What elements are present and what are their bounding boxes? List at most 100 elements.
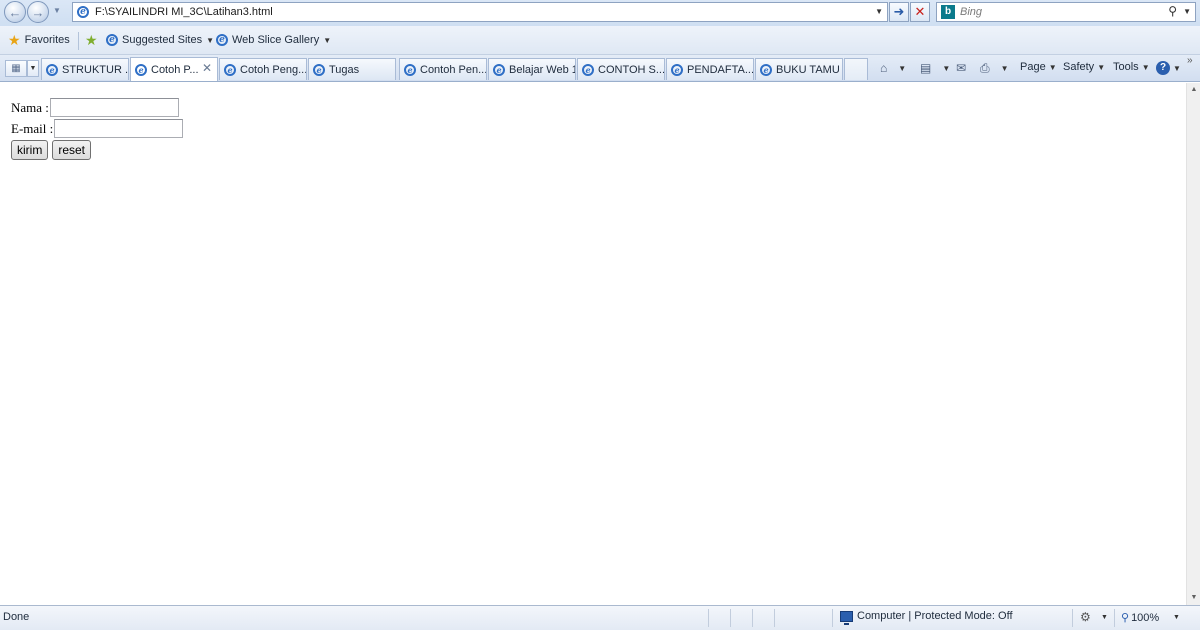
tab-pendafta[interactable]: e PENDAFTA... bbox=[666, 58, 754, 80]
tab-buku-tamu[interactable]: e BUKU TAMU bbox=[755, 58, 843, 80]
ie-page-icon: e bbox=[77, 6, 89, 18]
scroll-up-arrow-icon[interactable]: ▲ bbox=[1187, 83, 1200, 97]
quick-tabs-grid-icon: ▦ bbox=[11, 63, 21, 74]
nama-label: Nama : bbox=[11, 99, 49, 115]
new-tab-button[interactable] bbox=[844, 58, 868, 80]
bing-logo-icon: b bbox=[941, 5, 955, 19]
vertical-scrollbar[interactable]: ▲ ▼ bbox=[1186, 83, 1200, 605]
suggested-sites-chevron-icon: ▼ bbox=[206, 35, 215, 45]
read-mail-button[interactable]: ✉ bbox=[956, 61, 966, 75]
print-button[interactable]: ⎙ ▼ bbox=[980, 61, 1009, 76]
tab-label: BUKU TAMU bbox=[776, 63, 840, 76]
security-zone[interactable]: Computer | Protected Mode: Off bbox=[840, 610, 1013, 625]
email-input[interactable] bbox=[54, 119, 184, 138]
safety-menu-label: Safety bbox=[1063, 61, 1095, 73]
home-icon: ⌂ bbox=[880, 61, 888, 75]
home-chevron-icon: ▼ bbox=[898, 63, 907, 73]
suggested-sites-button[interactable]: e Suggested Sites ▼ bbox=[106, 34, 214, 46]
nama-row: Nama : bbox=[11, 97, 183, 118]
favorites-button[interactable]: ★ Favorites bbox=[8, 32, 70, 48]
tab-belajar-web[interactable]: e Belajar Web 1 bbox=[488, 58, 576, 80]
status-divider bbox=[832, 609, 833, 627]
tab-struktur[interactable]: e STRUKTUR ... bbox=[41, 58, 129, 80]
kirim-button[interactable]: kirim bbox=[11, 140, 49, 160]
status-divider bbox=[1072, 609, 1073, 627]
tab-tugas[interactable]: e Tugas bbox=[308, 58, 396, 80]
zoom-chevron-icon[interactable]: ▼ bbox=[1173, 614, 1180, 621]
search-options-chevron-icon[interactable]: ▼ bbox=[1183, 7, 1191, 16]
tab-label: STRUKTUR ... bbox=[62, 63, 129, 76]
safety-menu-chevron-icon: ▼ bbox=[1097, 62, 1106, 72]
page-content: Nama : E-mail : kirim reset bbox=[0, 83, 1186, 605]
search-magnifier-icon[interactable]: ⚲ bbox=[1168, 4, 1177, 18]
status-divider bbox=[752, 609, 753, 627]
back-button[interactable]: ← bbox=[4, 1, 26, 23]
reset-button[interactable]: reset bbox=[52, 140, 92, 160]
tab-list-chevron-icon: ▼ bbox=[29, 65, 37, 72]
toolbar-overflow-chevron-icon[interactable]: » bbox=[1187, 55, 1193, 66]
nama-input[interactable] bbox=[49, 98, 179, 117]
suggested-sites-label: Suggested Sites bbox=[122, 34, 203, 46]
add-favorite-star-icon: ★ bbox=[85, 32, 98, 48]
tab-list-button[interactable]: ▼ bbox=[27, 60, 39, 77]
zone-text: Computer | Protected Mode: Off bbox=[857, 610, 1013, 622]
tab-contoh-pen[interactable]: e Contoh Pen... bbox=[399, 58, 487, 80]
web-slice-gallery-button[interactable]: e Web Slice Gallery ▼ bbox=[216, 34, 331, 46]
favorites-star-icon: ★ bbox=[8, 32, 21, 48]
help-chevron-icon: ▼ bbox=[1173, 63, 1181, 73]
add-to-favorites-bar-button[interactable]: ★ bbox=[85, 32, 98, 48]
help-menu-button[interactable]: ? ▼ bbox=[1156, 61, 1181, 75]
search-box[interactable]: b Bing ⚲ ▼ bbox=[936, 2, 1196, 22]
scroll-down-arrow-icon[interactable]: ▼ bbox=[1187, 591, 1200, 605]
search-placeholder[interactable]: Bing bbox=[960, 6, 982, 18]
status-divider bbox=[730, 609, 731, 627]
tab-cotoh-p[interactable]: e Cotoh P... ✕ bbox=[130, 57, 218, 81]
protected-mode-chevron-icon[interactable]: ▼ bbox=[1101, 614, 1108, 621]
url-text[interactable]: F:\SYAILINDRI MI_3C\Latihan3.html bbox=[95, 6, 273, 18]
form-buttons: kirim reset bbox=[11, 140, 183, 160]
quick-tabs-button[interactable]: ▦ bbox=[5, 60, 27, 77]
tab-label: Cotoh Peng... bbox=[240, 63, 307, 76]
favorites-divider bbox=[78, 32, 79, 50]
status-divider bbox=[1114, 609, 1115, 627]
tab-contoh-s[interactable]: e CONTOH S... bbox=[577, 58, 665, 80]
url-history-chevron-icon[interactable]: ▼ bbox=[875, 7, 883, 16]
address-bar[interactable]: e F:\SYAILINDRI MI_3C\Latihan3.html ▼ bbox=[72, 2, 888, 22]
tab-label: Contoh Pen... bbox=[420, 63, 487, 76]
tab-ie-icon: e bbox=[760, 63, 772, 76]
zoom-control[interactable]: ⚲ 100% bbox=[1121, 611, 1160, 625]
status-text: Done bbox=[3, 611, 30, 623]
stop-button[interactable]: ✕ bbox=[910, 2, 930, 22]
tools-menu-button[interactable]: Tools ▼ bbox=[1113, 61, 1150, 73]
mail-icon: ✉ bbox=[956, 61, 967, 75]
email-label: E-mail : bbox=[11, 120, 54, 136]
tab-ie-icon: e bbox=[671, 63, 683, 76]
feeds-chevron-icon: ▼ bbox=[942, 63, 951, 73]
stop-x-icon: ✕ bbox=[914, 4, 926, 19]
tab-ie-icon: e bbox=[404, 63, 416, 76]
feeds-button[interactable]: ▤ ▼ bbox=[920, 61, 950, 75]
home-button[interactable]: ⌂ ▼ bbox=[880, 61, 906, 75]
tools-menu-chevron-icon: ▼ bbox=[1141, 62, 1150, 72]
forward-button[interactable]: → bbox=[27, 1, 49, 23]
safety-menu-button[interactable]: Safety ▼ bbox=[1063, 61, 1105, 73]
tab-cotoh-peng[interactable]: e Cotoh Peng... bbox=[219, 58, 307, 80]
email-row: E-mail : bbox=[11, 118, 184, 139]
go-button[interactable]: ➜ bbox=[889, 2, 909, 22]
close-tab-icon[interactable]: ✕ bbox=[202, 61, 212, 75]
tools-menu-label: Tools bbox=[1113, 61, 1139, 73]
recent-pages-chevron-icon[interactable]: ▼ bbox=[53, 6, 61, 15]
help-icon: ? bbox=[1156, 61, 1170, 75]
zoom-level: 100% bbox=[1131, 611, 1160, 624]
page-menu-chevron-icon: ▼ bbox=[1048, 62, 1057, 72]
favorites-bar: ★ Favorites ★ e Suggested Sites ▼ e Web … bbox=[0, 26, 1200, 55]
protected-mode-icon[interactable]: ⚙ bbox=[1080, 610, 1091, 624]
status-divider bbox=[774, 609, 775, 627]
tab-bar: ▦ ▼ e STRUKTUR ... e Cotoh P... ✕ e Coto… bbox=[0, 55, 1200, 82]
tab-label: Tugas bbox=[329, 63, 360, 76]
tab-ie-icon: e bbox=[582, 63, 594, 76]
tab-ie-icon: e bbox=[46, 63, 58, 76]
zoom-magnifier-icon: ⚲ bbox=[1121, 612, 1130, 624]
page-menu-button[interactable]: Page ▼ bbox=[1020, 61, 1057, 73]
back-arrow-icon: ← bbox=[8, 4, 22, 20]
